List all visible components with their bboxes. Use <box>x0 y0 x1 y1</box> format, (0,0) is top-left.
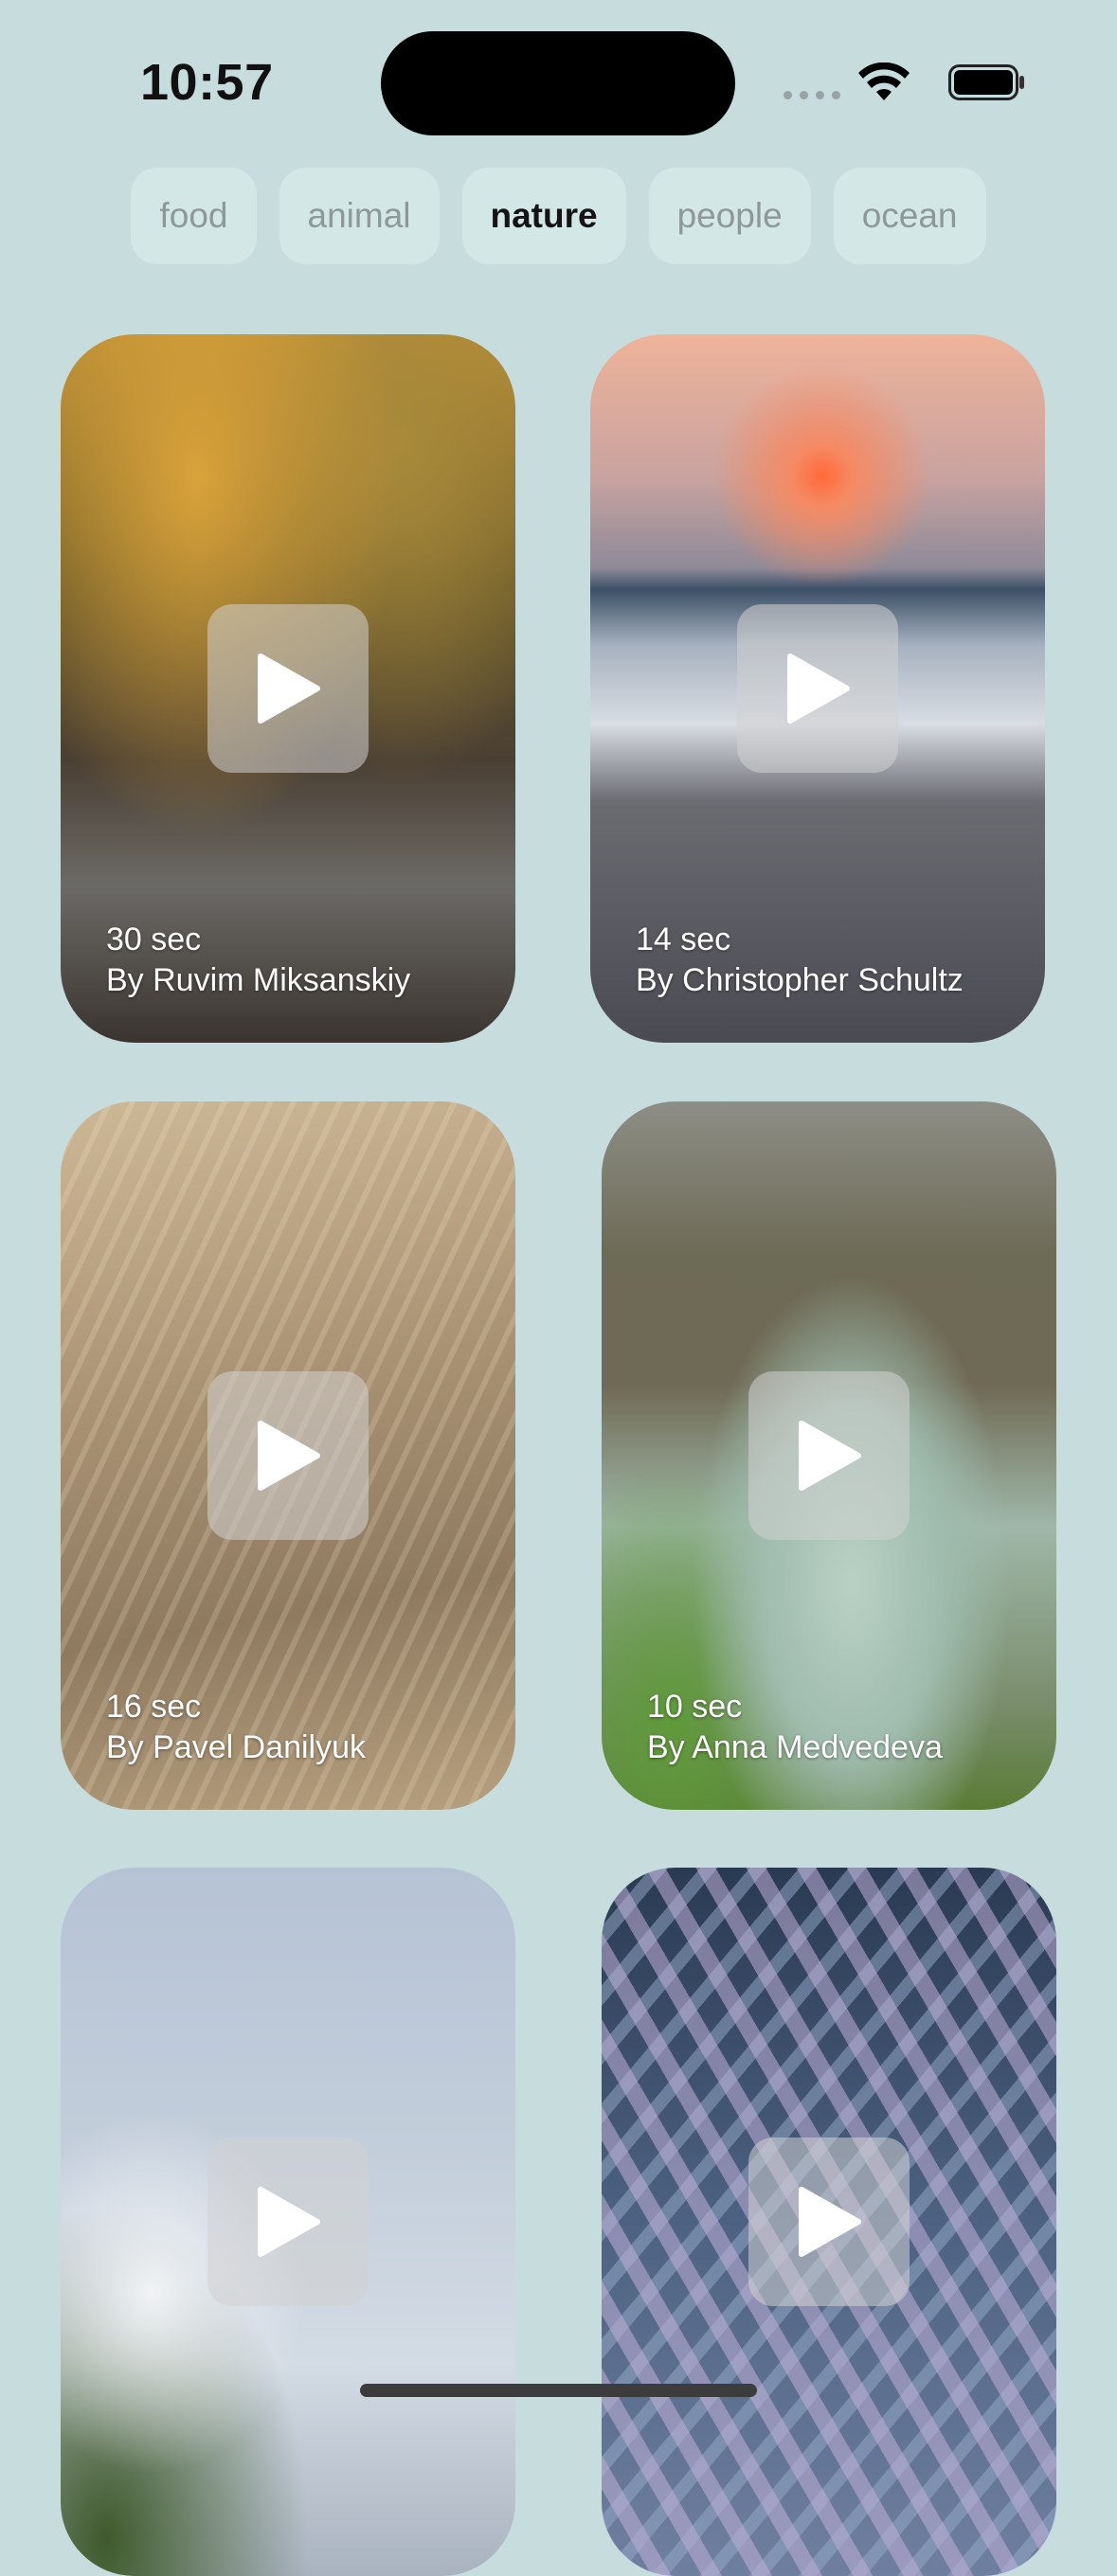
play-button[interactable] <box>748 2138 910 2306</box>
video-meta: 10 sec By Anna Medvedeva <box>647 1687 943 1768</box>
video-author: By Anna Medvedeva <box>647 1729 943 1765</box>
status-icons <box>738 0 1117 161</box>
play-button[interactable] <box>207 1371 369 1540</box>
video-meta: 16 sec By Pavel Danilyuk <box>106 1687 366 1768</box>
video-author: By Pavel Danilyuk <box>106 1729 367 1765</box>
play-button[interactable] <box>207 2138 369 2306</box>
video-author: By Christopher Schultz <box>636 962 964 998</box>
video-card-waterfall[interactable] <box>61 1868 515 2576</box>
tab-nature[interactable]: nature <box>461 168 626 264</box>
battery-icon <box>948 64 1024 100</box>
play-button[interactable] <box>748 1371 910 1540</box>
video-card-river-pavilion[interactable]: 10 sec By Anna Medvedeva <box>602 1101 1056 1810</box>
status-time: 10:57 <box>140 54 274 111</box>
dynamic-island <box>381 31 735 135</box>
video-card-forest-stream[interactable]: 30 sec By Ruvim Miksanskiy <box>61 334 515 1043</box>
tab-people[interactable]: people <box>648 168 811 264</box>
play-icon <box>787 653 850 724</box>
video-card-wheat-field[interactable]: 16 sec By Pavel Danilyuk <box>61 1101 515 1810</box>
play-icon <box>799 1421 861 1491</box>
video-duration: 30 sec <box>106 921 202 957</box>
tab-ocean[interactable]: ocean <box>833 168 986 264</box>
tab-food[interactable]: food <box>131 168 257 264</box>
video-author: By Ruvim Miksanskiy <box>106 962 411 998</box>
video-meta: 30 sec By Ruvim Miksanskiy <box>106 920 410 1001</box>
play-button[interactable] <box>737 604 898 773</box>
play-icon <box>258 1421 320 1491</box>
tab-animal[interactable]: animal <box>279 168 440 264</box>
play-icon <box>258 2187 320 2257</box>
home-indicator[interactable] <box>360 2384 757 2397</box>
play-icon <box>799 2187 861 2257</box>
play-button[interactable] <box>207 604 369 773</box>
video-duration: 14 sec <box>636 921 731 957</box>
video-card-sea-anemone[interactable] <box>602 1868 1056 2576</box>
video-card-sunset-beach[interactable]: 14 sec By Christopher Schultz <box>590 334 1045 1043</box>
category-tabs: food animal nature people ocean <box>0 168 1117 264</box>
wifi-icon <box>858 63 910 100</box>
video-meta: 14 sec By Christopher Schultz <box>636 920 964 1001</box>
cellular-signal-icon <box>784 91 840 99</box>
video-duration: 10 sec <box>647 1689 743 1725</box>
play-icon <box>258 653 320 724</box>
video-duration: 16 sec <box>106 1689 202 1725</box>
